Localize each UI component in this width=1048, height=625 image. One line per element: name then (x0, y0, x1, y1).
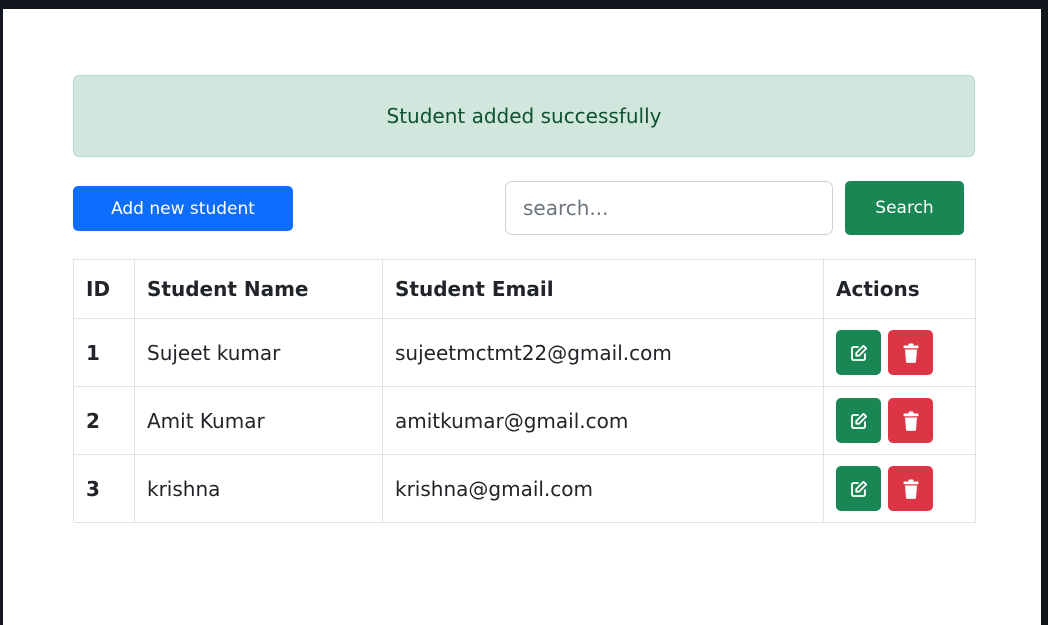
edit-icon (850, 480, 867, 497)
cell-name: Sujeet kumar (134, 318, 383, 387)
edit-icon (850, 344, 867, 361)
alert-message: Student added successfully (386, 104, 662, 128)
table-header-row: ID Student Name Student Email Actions (73, 259, 976, 319)
cell-id: 1 (73, 318, 135, 387)
cell-actions (823, 318, 976, 387)
trash-icon (903, 479, 918, 499)
edit-button[interactable] (836, 330, 881, 375)
delete-button[interactable] (888, 330, 933, 375)
success-alert: Student added successfully (73, 75, 975, 157)
search-input[interactable] (505, 181, 833, 235)
table-row: 3 krishna krishna@gmail.com (73, 454, 976, 523)
cell-actions (823, 454, 976, 523)
header-student-email: Student Email (382, 259, 824, 319)
cell-email: krishna@gmail.com (382, 454, 824, 523)
delete-button[interactable] (888, 398, 933, 443)
cell-email: amitkumar@gmail.com (382, 386, 824, 455)
edit-button[interactable] (836, 466, 881, 511)
cell-id: 3 (73, 454, 135, 523)
cell-id: 2 (73, 386, 135, 455)
trash-icon (903, 411, 918, 431)
table-row: 2 Amit Kumar amitkumar@gmail.com (73, 386, 976, 455)
trash-icon (903, 343, 918, 363)
edit-button[interactable] (836, 398, 881, 443)
table-row: 1 Sujeet kumar sujeetmctmt22@gmail.com (73, 318, 976, 387)
header-actions: Actions (823, 259, 976, 319)
cell-name: krishna (134, 454, 383, 523)
cell-name: Amit Kumar (134, 386, 383, 455)
header-id: ID (73, 259, 135, 319)
search-button[interactable]: Search (845, 181, 964, 235)
cell-email: sujeetmctmt22@gmail.com (382, 318, 824, 387)
add-student-button[interactable]: Add new student (73, 186, 293, 231)
delete-button[interactable] (888, 466, 933, 511)
cell-actions (823, 386, 976, 455)
edit-icon (850, 412, 867, 429)
header-student-name: Student Name (134, 259, 383, 319)
students-table: ID Student Name Student Email Actions 1 … (73, 259, 976, 523)
